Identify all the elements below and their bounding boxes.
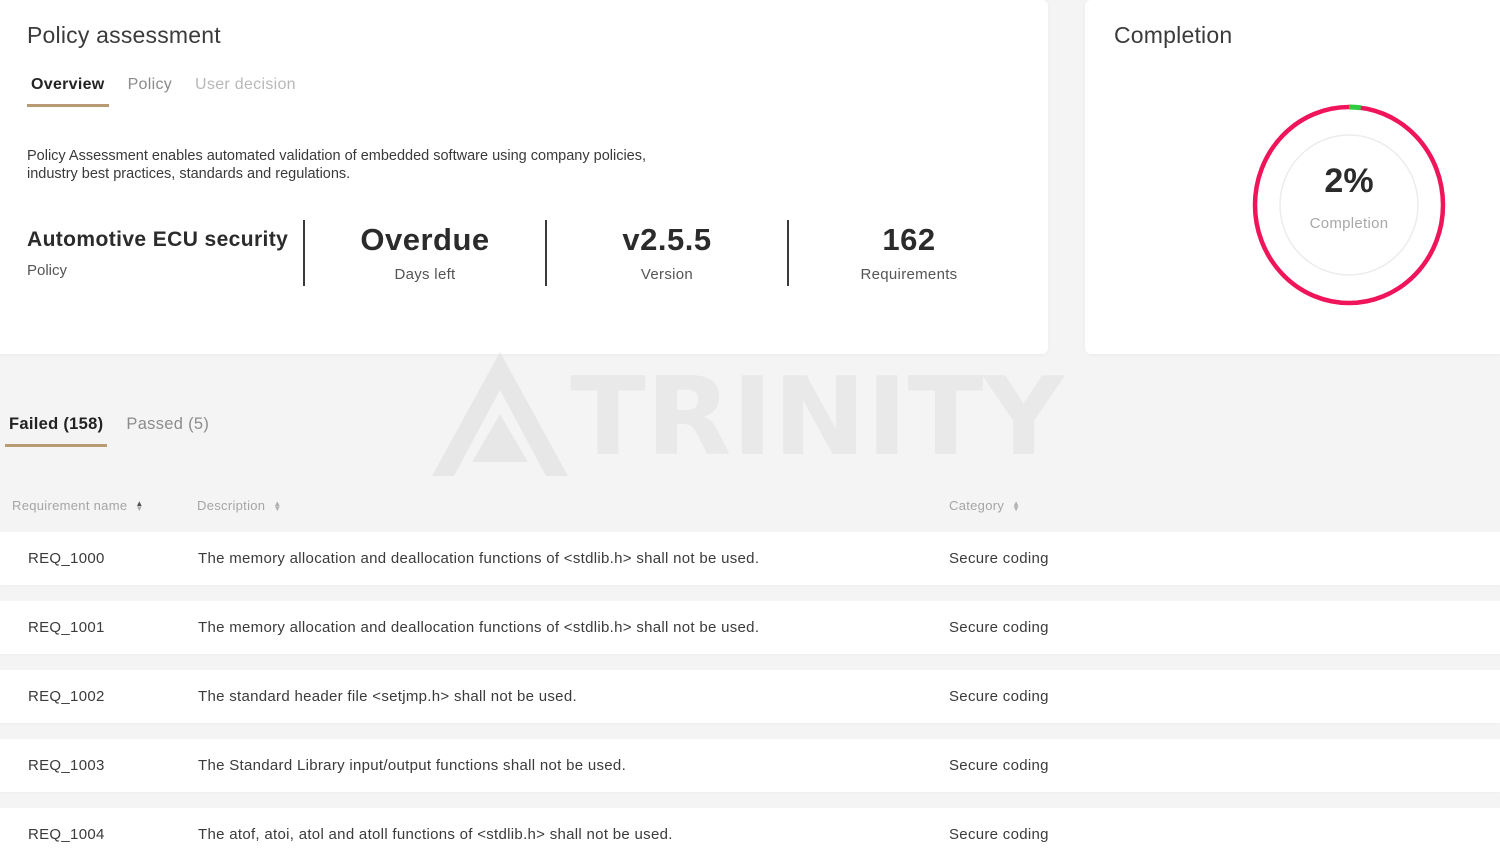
- tab-user-decision[interactable]: User decision: [191, 74, 300, 107]
- stat-requirements: 162 Requirements: [789, 220, 1029, 286]
- column-header-description[interactable]: Description ▲ ▼: [197, 498, 282, 513]
- requirement-category: Secure coding: [949, 688, 1049, 705]
- requirement-description: The atof, atoi, atol and atoll functions…: [198, 826, 673, 843]
- tab-failed[interactable]: Failed (158): [5, 413, 108, 447]
- requirement-description: The standard header file <setjmp.h> shal…: [198, 688, 577, 705]
- trinity-watermark: TRINITY: [432, 352, 1066, 480]
- assessment-tabs: Overview Policy User decision: [27, 74, 315, 107]
- requirement-description: The memory allocation and deallocation f…: [198, 550, 760, 567]
- column-label: Category: [949, 498, 1005, 513]
- table-row[interactable]: REQ_1002 The standard header file <setjm…: [0, 670, 1500, 723]
- column-header-category[interactable]: Category ▲ ▼: [949, 498, 1020, 513]
- assessment-description: Policy Assessment enables automated vali…: [27, 148, 647, 182]
- table-row[interactable]: REQ_1003 The Standard Library input/outp…: [0, 739, 1500, 792]
- requirement-category: Secure coding: [949, 757, 1049, 774]
- stat-version: v2.5.5 Version: [547, 220, 787, 286]
- version-value: v2.5.5: [622, 222, 712, 257]
- completion-value: 2%: [1324, 161, 1374, 200]
- sort-icon[interactable]: ▲ ▼: [135, 499, 143, 512]
- requirement-name: REQ_1000: [28, 550, 105, 567]
- card-title: Policy assessment: [27, 22, 221, 48]
- requirement-description: The memory allocation and deallocation f…: [198, 619, 760, 636]
- stat-policy: Automotive ECU security Policy: [27, 220, 303, 286]
- column-label: Description: [197, 498, 266, 513]
- stat-days-left: Overdue Days left: [305, 220, 545, 286]
- requirements-label: Requirements: [860, 266, 958, 283]
- requirement-name: REQ_1002: [28, 688, 105, 705]
- requirement-name: REQ_1004: [28, 826, 105, 843]
- table-row[interactable]: REQ_1000 The memory allocation and deall…: [0, 532, 1500, 585]
- completion-label: Completion: [1309, 214, 1389, 232]
- tab-policy[interactable]: Policy: [124, 74, 176, 107]
- policy-name: Automotive ECU security: [27, 228, 289, 251]
- requirement-category: Secure coding: [949, 826, 1049, 843]
- version-label: Version: [640, 266, 694, 283]
- policy-assessment-page: Policy assessment Overview Policy User d…: [0, 0, 1500, 853]
- completion-card: Completion 2% Completion: [1085, 0, 1500, 354]
- table-row[interactable]: REQ_1001 The memory allocation and deall…: [0, 601, 1500, 654]
- requirement-category: Secure coding: [949, 550, 1049, 567]
- column-header-requirement-name[interactable]: Requirement name ▲ ▼: [12, 498, 144, 513]
- sort-icon[interactable]: ▲ ▼: [1012, 499, 1020, 512]
- days-left-label: Days left: [394, 266, 456, 283]
- requirement-category: Secure coding: [949, 619, 1049, 636]
- table-row[interactable]: REQ_1004 The atof, atoi, atol and atoll …: [0, 808, 1500, 853]
- completion-gauge: 2% Completion: [1250, 102, 1448, 307]
- requirement-name: REQ_1003: [28, 757, 105, 774]
- results-tabs: Failed (158) Passed (5): [5, 413, 228, 447]
- policy-label: Policy: [27, 262, 68, 279]
- triangle-logo-icon: [432, 352, 568, 476]
- sort-icon[interactable]: ▲ ▼: [273, 499, 281, 512]
- watermark-text: TRINITY: [570, 355, 1066, 480]
- tab-overview[interactable]: Overview: [27, 74, 109, 107]
- completion-title: Completion: [1114, 22, 1233, 48]
- tab-passed[interactable]: Passed (5): [122, 413, 213, 447]
- column-label: Requirement name: [12, 498, 128, 513]
- requirement-name: REQ_1001: [28, 619, 105, 636]
- requirements-value: 162: [882, 222, 936, 257]
- policy-assessment-card: Policy assessment Overview Policy User d…: [0, 0, 1048, 354]
- stats-row: Automotive ECU security Policy Overdue D…: [27, 220, 1029, 286]
- table-header: Requirement name ▲ ▼ Description ▲ ▼ Categ…: [0, 498, 1500, 520]
- gauge-text: 2% Completion: [1250, 102, 1448, 307]
- days-left-value: Overdue: [360, 222, 490, 257]
- requirement-description: The Standard Library input/output functi…: [198, 757, 627, 774]
